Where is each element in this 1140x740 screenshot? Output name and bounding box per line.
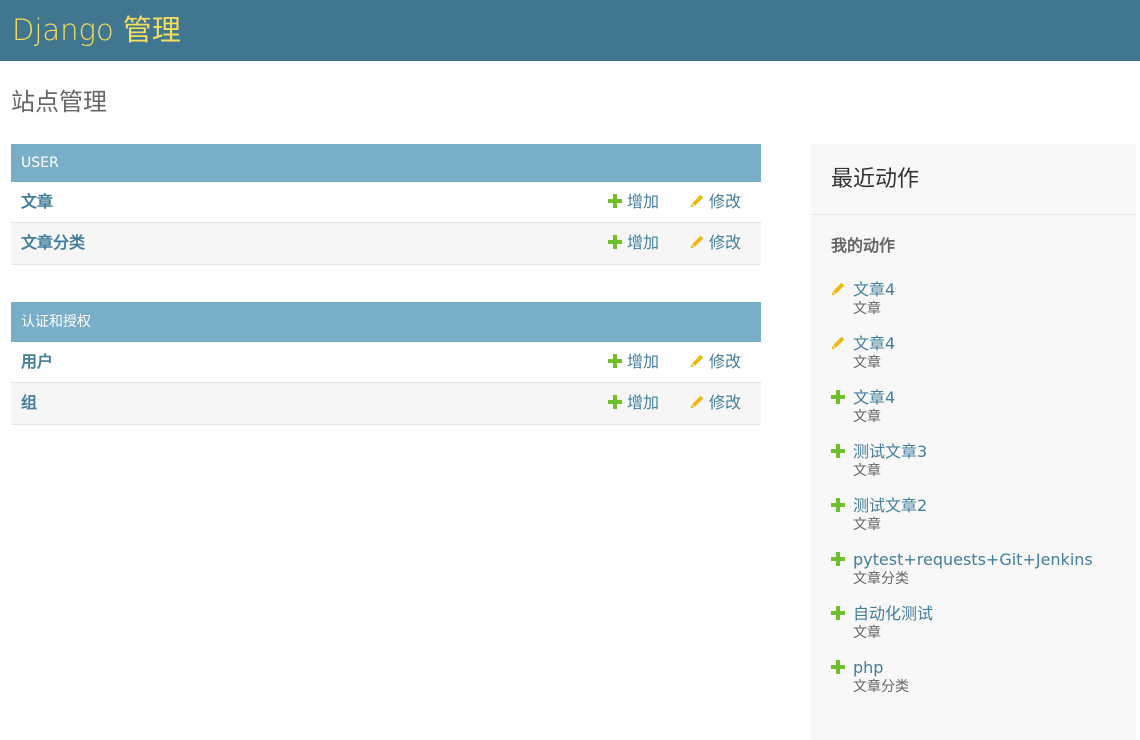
list-item: 测试文章2 文章 <box>831 494 1131 548</box>
model-link-group[interactable]: 组 <box>21 383 37 423</box>
action-list: 文章4 文章 文章4 文章 文章4 文章 测试文章3 文章 测试文章2 文章 p… <box>831 278 1131 710</box>
model-row-user: 用户 增加 修改 <box>11 342 761 383</box>
model-link-article-category[interactable]: 文章分类 <box>21 223 85 263</box>
plus-icon <box>608 194 622 208</box>
change-article-category-link[interactable]: 修改 <box>690 223 741 263</box>
change-group-link[interactable]: 修改 <box>690 383 741 423</box>
plus-icon <box>831 606 845 620</box>
action-type: 文章分类 <box>853 679 909 695</box>
action-type: 文章 <box>853 409 881 425</box>
list-item: 测试文章3 文章 <box>831 440 1131 494</box>
pencil-icon <box>831 282 845 296</box>
plus-icon <box>831 552 845 566</box>
plus-icon <box>831 444 845 458</box>
change-label: 修改 <box>709 192 742 211</box>
recent-actions-panel: 最近动作 我的动作 文章4 文章 文章4 文章 文章4 文章 测试文章3 文章 … <box>811 144 1136 740</box>
pencil-icon <box>690 194 704 208</box>
model-link-article[interactable]: 文章 <box>21 182 53 222</box>
plus-icon <box>831 660 845 674</box>
change-label: 修改 <box>709 393 742 412</box>
add-article-link[interactable]: 增加 <box>608 182 659 222</box>
module-caption-auth[interactable]: 认证和授权 <box>11 302 761 342</box>
action-type: 文章 <box>853 301 881 317</box>
my-actions-heading: 我的动作 <box>831 236 896 255</box>
action-link[interactable]: 文章4 <box>853 278 895 302</box>
action-link[interactable]: 自动化测试 <box>853 602 933 626</box>
action-type: 文章 <box>853 625 881 641</box>
add-user-link[interactable]: 增加 <box>608 342 659 382</box>
pencil-icon <box>690 235 704 249</box>
action-link[interactable]: 测试文章2 <box>853 494 927 518</box>
model-row-group: 组 增加 修改 <box>11 383 761 425</box>
action-type: 文章 <box>853 517 881 533</box>
action-type: 文章 <box>853 463 881 479</box>
action-link[interactable]: php <box>853 656 883 680</box>
module-caption-user[interactable]: USER <box>11 144 761 182</box>
pencil-icon <box>690 395 704 409</box>
change-article-link[interactable]: 修改 <box>690 182 741 222</box>
plus-icon <box>831 498 845 512</box>
module-auth: 认证和授权 用户 增加 修改 组 增加 修改 <box>11 302 761 425</box>
plus-icon <box>608 395 622 409</box>
model-link-user[interactable]: 用户 <box>21 342 53 382</box>
plus-icon <box>608 354 622 368</box>
add-group-link[interactable]: 增加 <box>608 383 659 423</box>
add-label: 增加 <box>627 233 660 252</box>
action-type: 文章 <box>853 355 881 371</box>
recent-actions-title: 最近动作 <box>831 167 920 192</box>
add-article-category-link[interactable]: 增加 <box>608 223 659 263</box>
model-row-article-category: 文章分类 增加 修改 <box>11 223 761 265</box>
divider <box>811 214 1136 215</box>
module-user: USER 文章 增加 修改 文章分类 增加 修改 <box>11 144 761 265</box>
action-type: 文章分类 <box>853 571 909 587</box>
add-label: 增加 <box>627 393 660 412</box>
plus-icon <box>608 235 622 249</box>
page-title: 站点管理 <box>11 88 107 116</box>
list-item: 文章4 文章 <box>831 332 1131 386</box>
model-row-article: 文章 增加 修改 <box>11 182 761 223</box>
pencil-icon <box>831 336 845 350</box>
add-label: 增加 <box>627 192 660 211</box>
change-user-link[interactable]: 修改 <box>690 342 741 382</box>
list-item: pytest+requests+Git+Jenkins 文章分类 <box>831 548 1131 602</box>
action-link[interactable]: pytest+requests+Git+Jenkins <box>853 548 1093 572</box>
action-link[interactable]: 文章4 <box>853 386 895 410</box>
header: Django 管理 <box>0 0 1140 61</box>
add-label: 增加 <box>627 352 660 371</box>
action-link[interactable]: 测试文章3 <box>853 440 927 464</box>
change-label: 修改 <box>709 233 742 252</box>
change-label: 修改 <box>709 352 742 371</box>
list-item: 文章4 文章 <box>831 278 1131 332</box>
list-item: 文章4 文章 <box>831 386 1131 440</box>
site-brand[interactable]: Django 管理 <box>12 10 181 50</box>
action-link[interactable]: 文章4 <box>853 332 895 356</box>
plus-icon <box>831 390 845 404</box>
list-item: php 文章分类 <box>831 656 1131 710</box>
pencil-icon <box>690 354 704 368</box>
list-item: 自动化测试 文章 <box>831 602 1131 656</box>
